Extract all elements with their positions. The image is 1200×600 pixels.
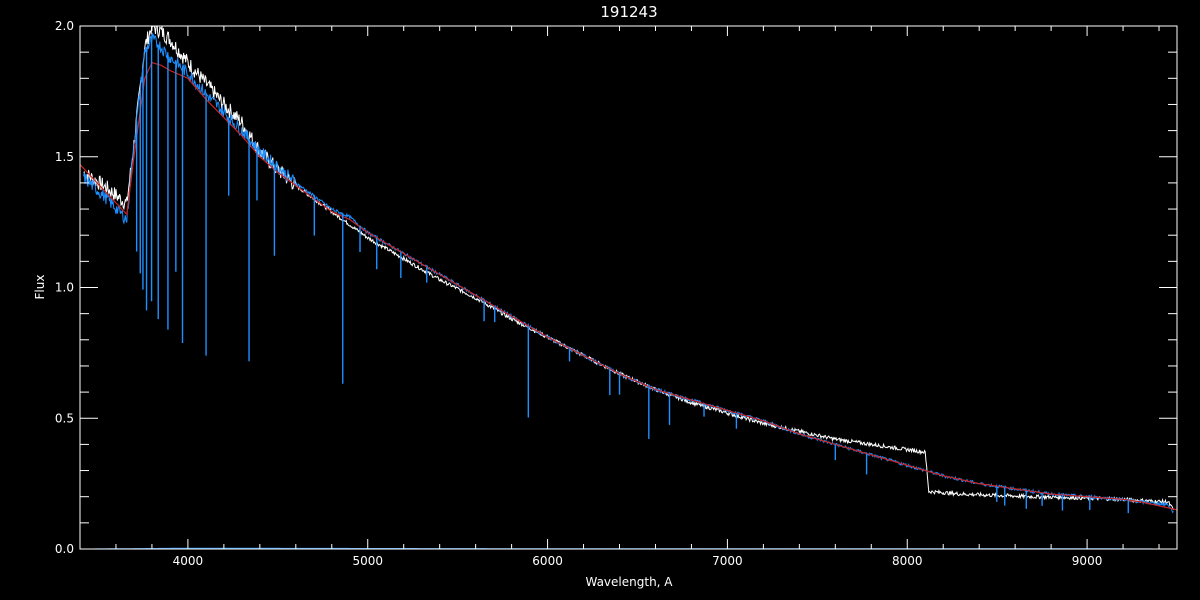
- spectrum-chart: 191243 4000 5000 6000 7000 8000 9000 0.0 0.5 1.0…: [33, 3, 1178, 589]
- chart-title: 191243: [600, 3, 657, 21]
- x-tick-label: 7000: [712, 554, 743, 568]
- x-tick-label: 5000: [352, 554, 383, 568]
- y-tick-label: 2.0: [55, 19, 74, 33]
- y-axis-label: Flux: [33, 275, 47, 300]
- series-line-2: [83, 32, 1174, 514]
- plot-frame: [79, 25, 1178, 550]
- x-tick-label: 8000: [892, 554, 923, 568]
- series-line-1: [83, 26, 1174, 511]
- x-tick-label: 6000: [532, 554, 563, 568]
- y-tick-label: 1.5: [55, 150, 74, 164]
- y-tick-label: 0.0: [55, 542, 74, 556]
- x-tick-label: 4000: [173, 554, 204, 568]
- y-tick-label: 0.5: [55, 411, 74, 425]
- axes-frame: [79, 25, 1178, 550]
- plot-series-group: [80, 26, 1177, 549]
- x-tick-label: 9000: [1072, 554, 1103, 568]
- x-axis-label: Wavelength, A: [585, 575, 673, 589]
- y-tick-label: 1.0: [55, 281, 74, 295]
